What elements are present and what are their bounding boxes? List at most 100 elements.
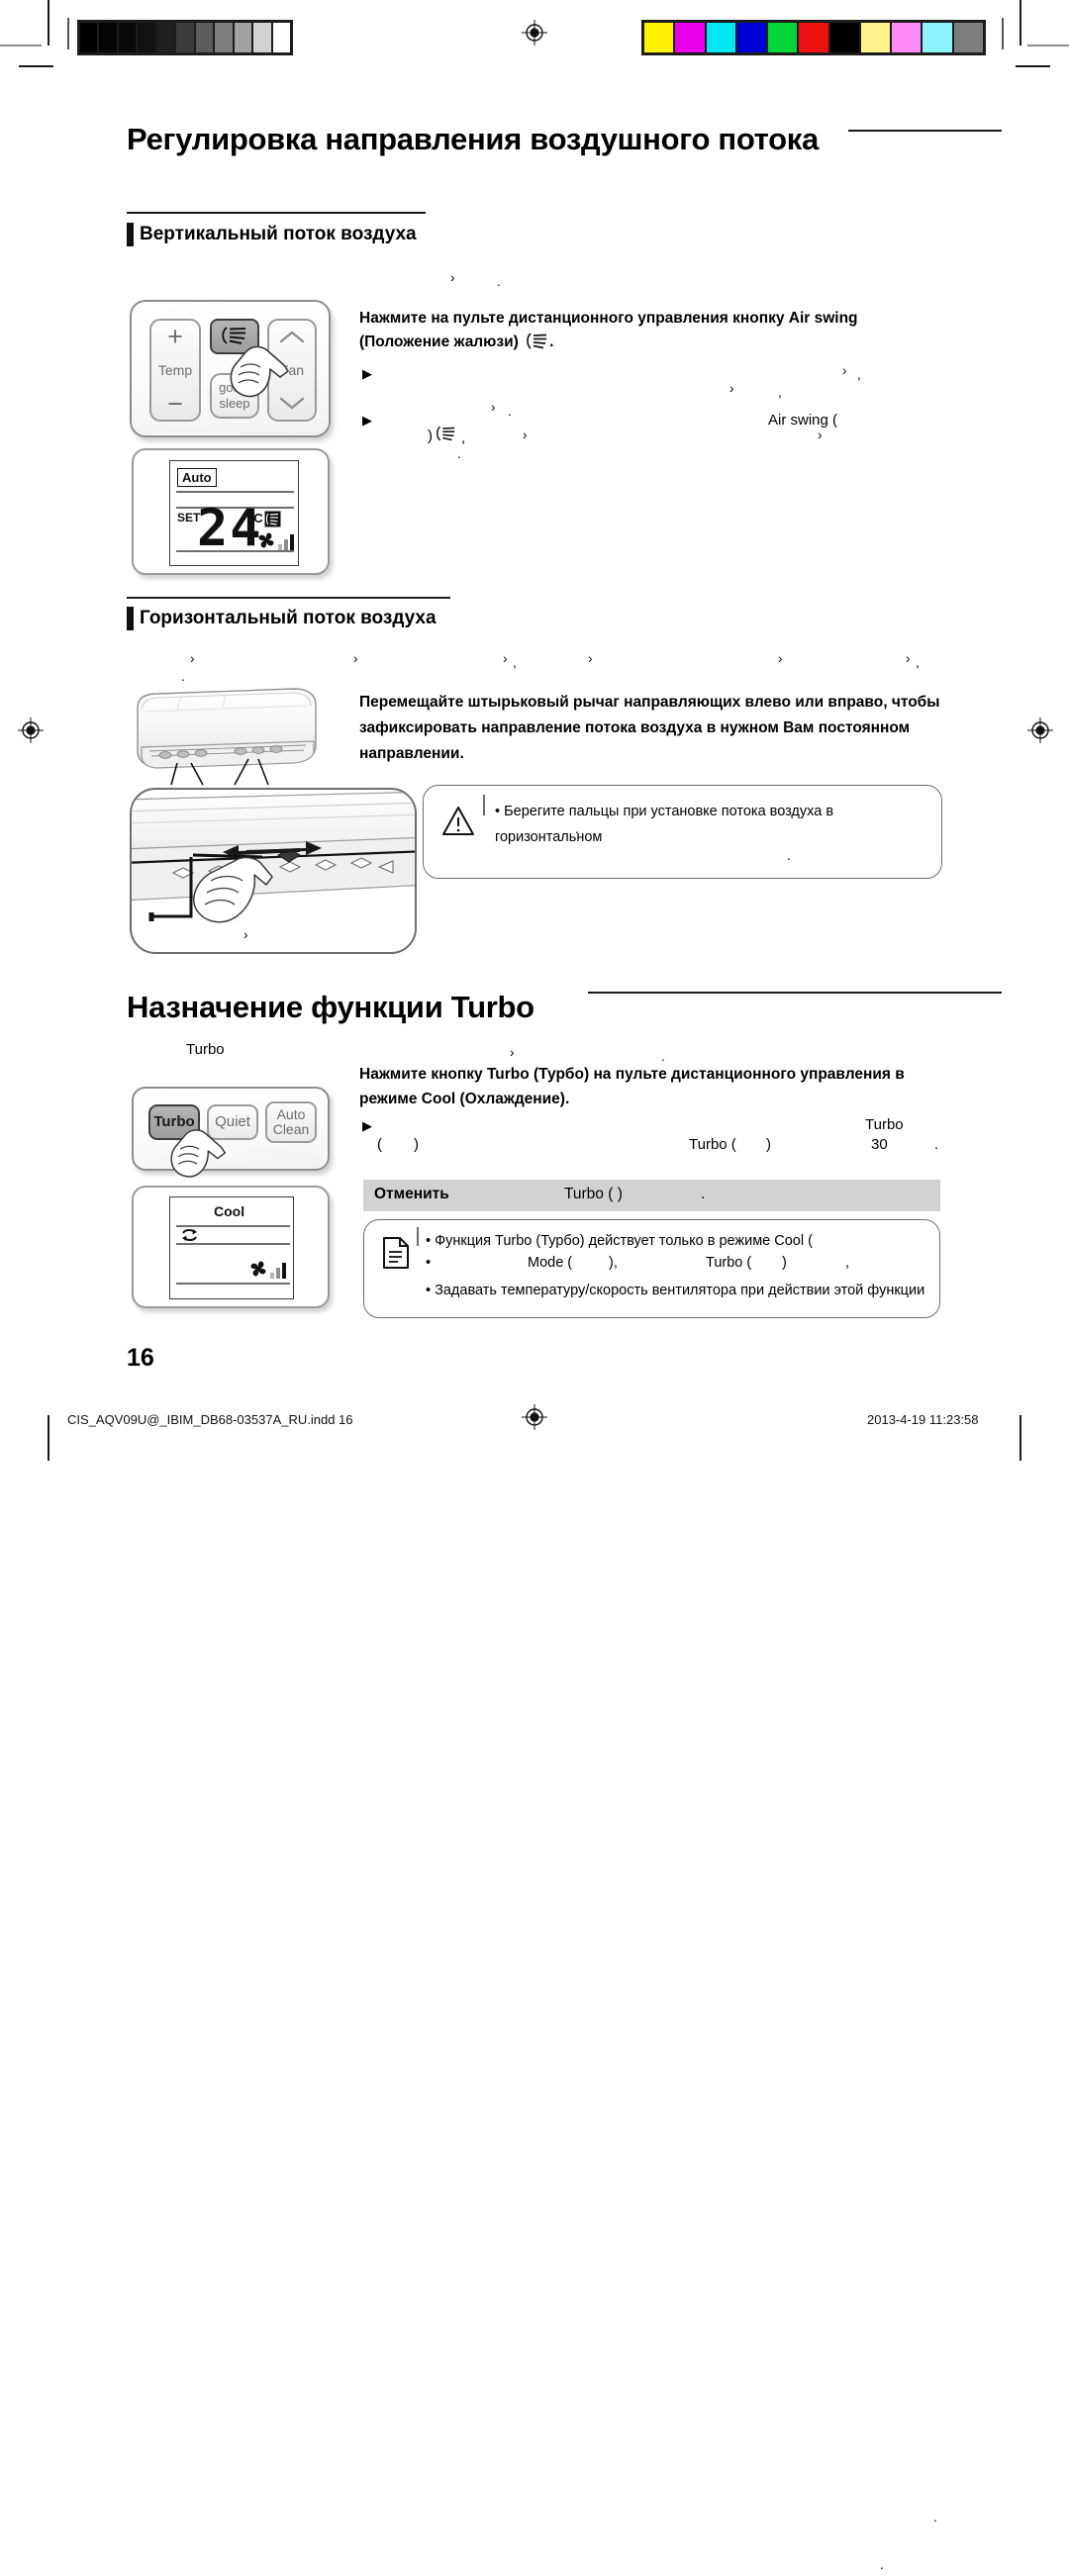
fan-button[interactable]: Fan [267,319,317,422]
fan-down-icon [279,397,305,410]
vertical-bullet-2-frag-d: › [818,428,823,442]
turbo-bullet-marker: ▶ [362,1118,372,1133]
calibration-swatch-7 [215,23,233,52]
turbo-button[interactable]: Turbo [148,1104,200,1140]
page-title-rule [848,130,1002,132]
calibration-swatch-4 [156,23,175,52]
indoor-unit-illustration [132,686,330,790]
footer-timestamp: 2013-4-19 11:23:58 [867,1412,979,1427]
manual-page: Регулировка направления воздушного поток… [0,0,1069,2572]
auto-clean-label-2: Clean [272,1121,310,1137]
vertical-bullet-1-frag-5: › [491,400,496,415]
note-line-2-e: , [845,1255,850,1271]
turbo-bullet-paren-open: ( [377,1136,382,1153]
temp-button[interactable]: + Temp − [149,319,201,422]
vertical-bullet-1-frag-1: › [842,363,847,378]
vertical-bullet-2-frag-e: . [457,446,461,461]
lcd-screen: Auto SET 24 °C [169,460,299,566]
good-sleep-label-1: good’ [219,380,250,395]
crop-mark-tl-horizontal [0,45,42,47]
crop-mark-tl-horizontal-2 [19,65,53,67]
turbo-instruction: Нажмите кнопку Turbo (Турбо) на пульте д… [359,1066,905,1107]
registration-mark-left [18,717,44,743]
turbo-bullet-turbo-paren: Turbo ( [689,1136,736,1153]
turbo-bullet-paren-close: ) [414,1136,419,1153]
note-line-3: • Задавать температуру/скорость вентилят… [426,1278,930,1303]
fan-up-icon [279,331,305,343]
crop-mark-tl-vertical [48,0,49,46]
caution-bullet: • Берегите пальцы при установке потока в… [495,799,930,850]
quiet-button[interactable]: Quiet [207,1104,258,1140]
page-number: 16 [127,1344,154,1372]
calibration-swatch-6 [829,23,859,52]
turbo-remote-buttons-illustration: Turbo Quiet Auto Clean [132,1087,330,1178]
crop-mark-right-bleed [1002,18,1004,49]
vertical-bullet-2-marker: ▶ [362,413,372,428]
good-sleep-button[interactable]: good’ sleep [210,373,259,419]
caution-divider [483,795,485,815]
vertical-heading-rule [127,212,426,214]
turbo-bullet-turbo-paren-close: ) [766,1136,771,1153]
artifact-mark-1: › [450,270,455,285]
air-swing-icon [220,326,249,348]
calibration-swatch-7 [860,23,891,52]
warning-triangle-icon [441,806,475,841]
vertical-bullet-2-frag-b: , [461,429,466,446]
horizontal-airflow-instruction: Перемещайте штырьковый рычаг направляющи… [359,694,940,762]
crop-mark-br-vertical [1020,1415,1021,1461]
calibration-swatch-5 [799,23,828,52]
grayscale-calibration-bar [77,20,293,55]
calibration-swatch-1 [99,23,117,52]
turbo-bullet-period: . [934,1136,939,1153]
vertical-instruction-tail: . [549,334,554,350]
note-bullet-3-marker: • [426,1283,436,1298]
lcd-display-cool-illustration: Cool [132,1186,330,1308]
vertical-bullet-1-frag-4: , [778,385,782,400]
crop-mark-tr-vertical [1020,0,1021,46]
air-swing-indicator-icon [264,511,281,532]
calibration-swatch-8 [892,23,922,52]
vertical-airflow-instruction: Нажмите на пульте дистанционного управле… [359,307,928,357]
calibration-swatch-5 [176,23,194,52]
vertical-bullet-2-frag-c: › [523,428,528,442]
vane-lever-detail-illustration: › [130,788,417,954]
color-calibration-bar [641,20,986,55]
remote-control-buttons-illustration: + Temp − good’ sleep Fan [130,300,331,437]
fan-label: Fan [279,362,305,378]
artifact-mark-caution-2: . [787,848,791,863]
lcd-cool-divider-1 [176,1225,290,1227]
auto-clean-button[interactable]: Auto Clean [265,1101,317,1143]
lcd-divider-1 [176,491,294,493]
air-swing-button[interactable] [210,319,259,354]
calibration-swatch-0 [644,23,674,52]
crop-mark-left-bleed [67,18,69,49]
calibration-swatch-0 [80,23,98,52]
temp-label: Temp [157,362,193,378]
note-document-icon [381,1236,411,1275]
artifact-mark-h8: › [906,651,911,666]
calibration-swatch-10 [953,23,983,52]
turbo-cancel-label: Отменить [374,1186,449,1202]
air-swing-inline-icon-2 [436,426,457,448]
turbo-bullet-turbo-word: Turbo [865,1116,904,1133]
auto-clean-label-1: Auto [276,1106,306,1122]
lcd-screen-cool: Cool [169,1196,294,1299]
calibration-swatch-3 [736,23,767,52]
calibration-swatch-4 [768,23,798,52]
vertical-bullet-1-frag-3: › [729,381,734,396]
lcd-cool-mode-text: Cool [214,1203,245,1219]
artifact-mark-h7: › [778,651,783,666]
caution-bullet-marker: • [495,804,505,819]
temp-up-label: + [167,322,183,351]
calibration-swatch-3 [138,23,155,52]
note-bullet-1-marker: • [426,1233,436,1249]
calibration-swatch-1 [675,23,705,52]
lcd-divider-3 [176,550,294,552]
note-callout-box: • Функция Turbo (Турбо) действует только… [363,1219,940,2572]
section-heading-horizontal-airflow: Горизонтальный поток воздуха [127,607,437,630]
vertical-bullet-2-frag-a: ) [428,428,433,444]
note-divider [417,1227,419,1246]
horizontal-heading-rule [127,597,450,599]
caution-callout-box: • Берегите пальцы при установке потока в… [423,785,942,879]
artifact-mark-h3: › [353,651,358,666]
